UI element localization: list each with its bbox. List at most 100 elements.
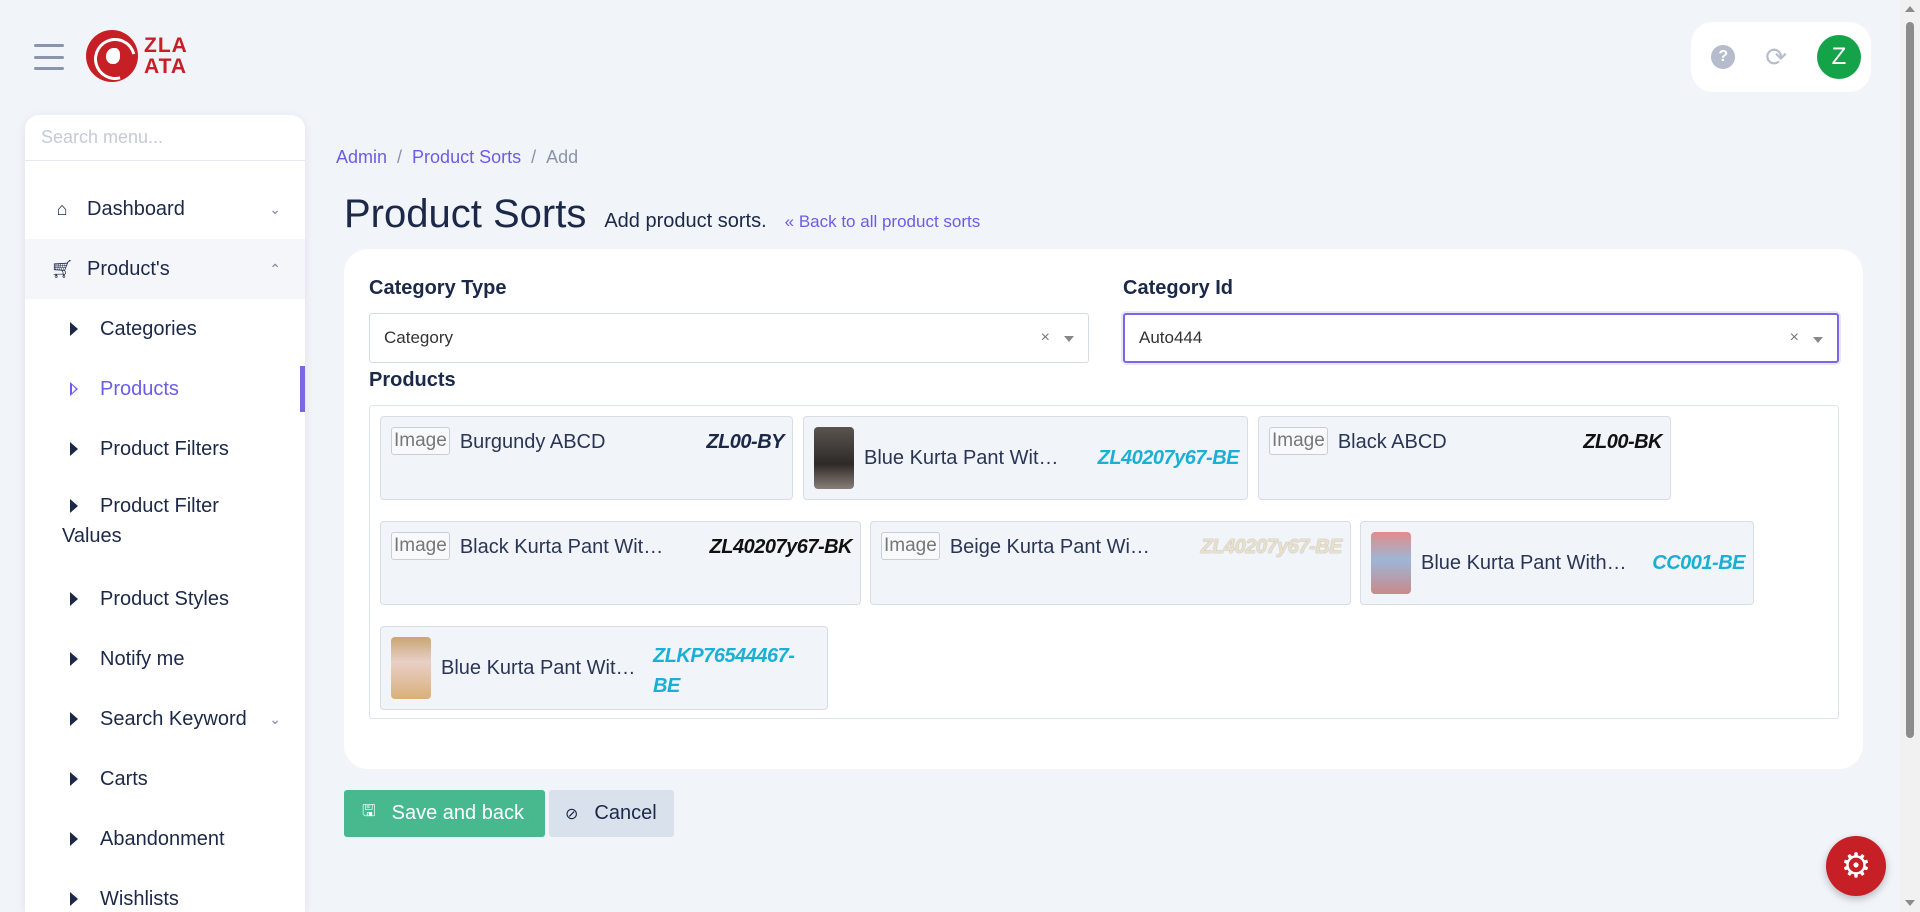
category-id-value: Auto444 [1139, 328, 1203, 347]
breadcrumb-current: Add [546, 147, 579, 167]
category-type-select[interactable]: Category × [369, 313, 1089, 363]
gear-icon[interactable]: ⚙ [1826, 836, 1886, 896]
page-title: Product Sorts [344, 192, 587, 236]
sidebar: ⌂ Dashboard ⌄ 🛒︎ Product's ⌃ Categories … [25, 115, 305, 912]
caret-right-icon [70, 652, 78, 666]
cart-icon: 🛒︎ [50, 258, 74, 279]
sidebar-item-label: Search Keyword [100, 707, 247, 730]
caret-right-icon [70, 382, 78, 396]
cancel-button-label: Cancel [594, 802, 657, 824]
sidebar-item-product-styles[interactable]: Product Styles [25, 569, 305, 629]
sidebar-item-product-filters[interactable]: Product Filters [25, 419, 305, 479]
sidebar-item-abandonment[interactable]: Abandonment [25, 809, 305, 869]
logo-line-1: ZLA [144, 34, 188, 57]
product-name: Black Kurta Pant Wit… [459, 536, 664, 558]
product-name: Blue Kurta Pant Wit… [441, 656, 636, 679]
category-id-select[interactable]: Auto444 × [1123, 313, 1839, 363]
clear-icon[interactable]: × [1790, 329, 1799, 347]
sidebar-item-label-wrap: Product Filter Values [62, 491, 219, 551]
product-thumbnail [1371, 532, 1411, 594]
scrollbar-thumb[interactable] [1906, 22, 1914, 738]
hamburger-line [34, 55, 64, 59]
product-chip[interactable]: Image Beige Kurta Pant Wit… ZL40207y67-B… [870, 521, 1351, 605]
sidebar-item-label: Carts [100, 767, 148, 790]
products-label: Products [369, 369, 456, 391]
help-icon[interactable]: ? [1711, 45, 1736, 69]
breadcrumb-admin-link[interactable]: Admin [336, 147, 387, 167]
brand-logo[interactable]: ZLA ATA [86, 30, 188, 82]
caret-right-icon [70, 712, 78, 726]
breadcrumb: Admin / Product Sorts / Add [336, 147, 578, 168]
product-name: Black ABCD [1337, 431, 1447, 453]
product-chip[interactable]: Image Burgundy ABCD ZL00-BY [380, 416, 793, 500]
sidebar-item-wishlists[interactable]: Wishlists [25, 869, 305, 912]
cancel-button[interactable]: ⊘ Cancel [549, 790, 674, 837]
sidebar-item-label: Product's [87, 257, 170, 280]
sidebar-item-label: Product Filters [100, 437, 229, 460]
search-menu-input[interactable] [25, 115, 305, 161]
scroll-down-arrow-icon[interactable] [1905, 900, 1915, 906]
hamburger-line [34, 44, 64, 47]
sidebar-item-label: Product Filter [100, 495, 219, 517]
logo-line-2: ATA [144, 55, 188, 78]
sidebar-item-search-keyword[interactable]: Search Keyword ⌄ [25, 689, 305, 749]
broken-image-icon: Image [391, 427, 450, 455]
sidebar-item-notify-me[interactable]: Notify me [25, 629, 305, 689]
caret-down-icon[interactable] [1064, 336, 1074, 342]
products-sort-list: Image Burgundy ABCD ZL00-BY Blue Kurta P… [369, 405, 1839, 719]
caret-right-icon [70, 772, 78, 786]
logo-emblem-icon [86, 30, 138, 82]
product-sku: ZL40207y67-BE [1200, 536, 1343, 558]
sidebar-item-label: Wishlists [100, 887, 179, 910]
caret-right-icon [70, 832, 78, 846]
sidebar-item-categories[interactable]: Categories [25, 299, 305, 359]
category-type-label: Category Type [369, 277, 507, 299]
chevron-down-icon: ⌄ [269, 710, 281, 727]
product-chip[interactable]: Image Black ABCD ZL00-BK [1258, 416, 1671, 500]
product-sku: CC001-BE [1652, 552, 1745, 574]
product-sku-line1: ZLKP76544467- [653, 645, 795, 667]
sidebar-item-carts[interactable]: Carts [25, 749, 305, 809]
product-chip[interactable]: Image Black Kurta Pant Wit… ZL40207y67-B… [380, 521, 861, 605]
breadcrumb-separator: / [397, 147, 403, 167]
chevron-down-icon: ⌄ [269, 200, 281, 217]
sidebar-item-products-group[interactable]: 🛒︎ Product's ⌃ [25, 239, 305, 299]
menu-toggle-button[interactable] [34, 44, 64, 70]
product-sku: ZL00-BY [706, 431, 784, 453]
sidebar-item-label: Notify me [100, 647, 185, 670]
caret-right-icon [70, 499, 78, 513]
sidebar-item-label: Categories [100, 317, 197, 340]
page-scrollbar[interactable] [1900, 0, 1920, 912]
sidebar-item-label: Product Styles [100, 587, 229, 610]
category-id-label: Category Id [1123, 277, 1234, 299]
product-sku-line2: BE [653, 675, 680, 697]
sidebar-item-label: Products [100, 377, 179, 400]
product-chip[interactable]: Blue Kurta Pant With … ZL40207y67-BE [803, 416, 1248, 500]
save-icon: 🖫 [362, 803, 376, 820]
product-name: Blue Kurta Pant With … [864, 446, 1069, 469]
sidebar-item-dashboard[interactable]: ⌂ Dashboard ⌄ [25, 179, 305, 239]
product-thumbnail [814, 427, 854, 489]
product-sku: ZLKP76544467- BE [653, 641, 795, 701]
back-to-product-sorts-link[interactable]: « Back to all product sorts [785, 212, 981, 232]
home-icon: ⌂ [56, 198, 68, 219]
product-thumbnail [391, 637, 431, 699]
form-card: Category Type Category × Category Id Aut… [344, 249, 1863, 769]
product-sku: ZL40207y67-BK [709, 536, 853, 558]
avatar[interactable]: Z [1817, 35, 1861, 79]
caret-down-icon[interactable] [1813, 337, 1823, 343]
hamburger-line [34, 67, 64, 70]
sidebar-item-product-filter-values[interactable]: Product Filter Values [25, 479, 305, 569]
save-and-back-button[interactable]: 🖫 Save and back [344, 790, 545, 837]
broken-image-icon: Image [881, 532, 940, 560]
clear-icon[interactable]: × [1041, 329, 1050, 347]
product-chip[interactable]: Blue Kurta Pant Wit… ZLKP76544467- BE [380, 626, 828, 710]
broken-image-icon: Image [1269, 427, 1328, 455]
product-chip[interactable]: Blue Kurta Pant With … CC001-BE [1360, 521, 1754, 605]
refresh-icon[interactable]: ⟳ [1765, 44, 1787, 70]
scroll-up-arrow-icon[interactable] [1905, 6, 1915, 12]
sidebar-item-products[interactable]: Products [25, 359, 305, 419]
breadcrumb-product-sorts-link[interactable]: Product Sorts [412, 147, 521, 167]
header-actions: ? ⟳ Z [1691, 22, 1871, 92]
breadcrumb-separator: / [531, 147, 537, 167]
